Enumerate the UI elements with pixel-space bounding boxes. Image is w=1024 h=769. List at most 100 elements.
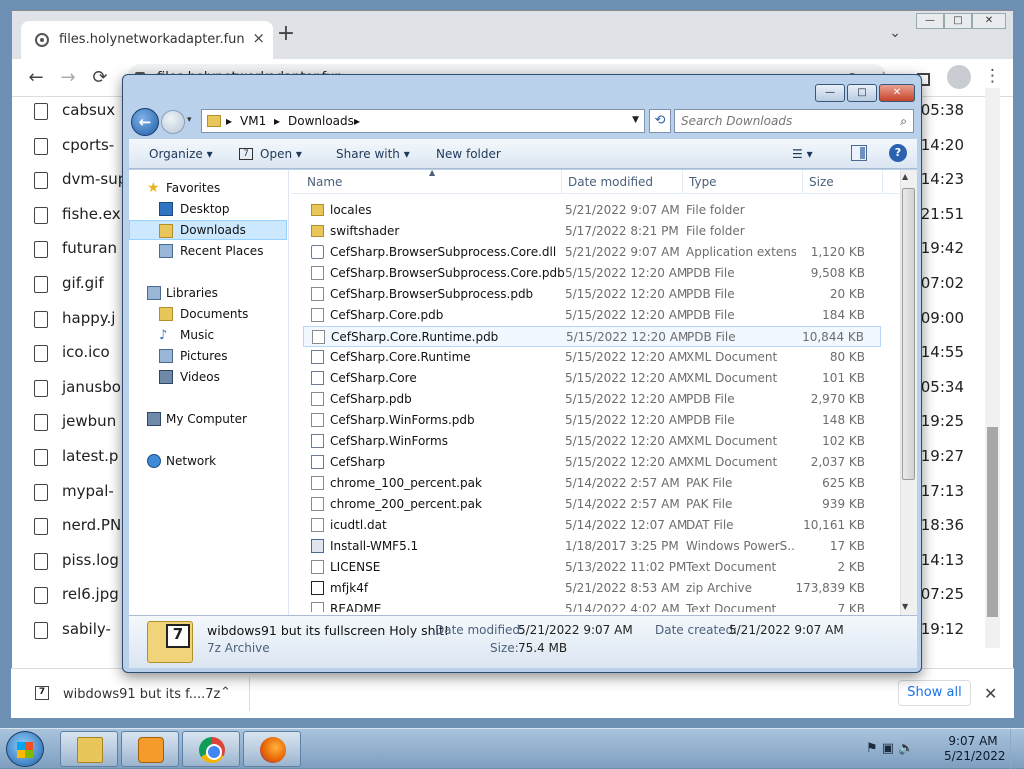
file-row[interactable]: CefSharp.BrowserSubprocess.pdb 5/15/2022 … <box>303 284 881 305</box>
list-item-name[interactable]: cports- <box>62 136 114 154</box>
nav-my-computer[interactable]: My Computer <box>129 409 287 429</box>
file-row[interactable]: LICENSE 5/13/2022 11:02 PM Text Document 2 … <box>303 557 881 578</box>
tray-icons[interactable]: ⚑ ▣ 🔈 <box>866 741 914 756</box>
tab-search-icon[interactable]: ⌄ <box>889 25 901 41</box>
file-row[interactable]: locales 5/21/2022 9:07 AM File folder <box>303 200 881 221</box>
file-row[interactable]: CefSharp 5/15/2022 12:20 AM XML Document 2,… <box>303 452 881 473</box>
search-input[interactable] <box>681 113 886 129</box>
nav-videos[interactable]: Videos <box>129 367 287 387</box>
search-icon[interactable]: ⌕ <box>900 114 907 129</box>
breadcrumb-downloads[interactable]: Downloads <box>288 114 354 128</box>
breadcrumb-separator[interactable]: ▸ <box>354 114 360 128</box>
taskbar-chrome[interactable] <box>182 731 240 767</box>
chevron-up-icon[interactable]: ⌃ <box>220 685 231 700</box>
profile-avatar[interactable] <box>947 65 971 89</box>
refresh-button[interactable]: ⟲ <box>649 109 671 133</box>
column-date-modified[interactable]: Date modified <box>568 175 653 189</box>
clock[interactable]: 9:07 AM 5/21/2022 <box>944 734 1006 764</box>
help-icon[interactable]: ? <box>889 144 907 162</box>
list-item-name[interactable]: latest.p <box>62 447 118 465</box>
minimize-button[interactable]: — <box>815 84 845 102</box>
nav-network[interactable]: Network <box>129 451 287 471</box>
file-row[interactable]: CefSharp.Core.Runtime 5/15/2022 12:20 AM X… <box>303 347 881 368</box>
views-button[interactable]: ☰ ▾ <box>792 147 813 161</box>
show-all-button[interactable]: Show all <box>898 680 971 706</box>
list-item-name[interactable]: gif.gif <box>62 274 104 292</box>
back-button[interactable]: ← <box>131 108 159 136</box>
file-row[interactable]: chrome_200_percent.pak 5/14/2022 2:57 AM P… <box>303 494 881 515</box>
forward-button[interactable]: → <box>56 67 80 88</box>
chevron-down-icon[interactable]: ▼ <box>632 115 639 125</box>
nav-favorites[interactable]: ★ Favorites <box>129 178 287 198</box>
start-button[interactable] <box>6 731 44 767</box>
address-bar[interactable]: ▸ VM1 ▸ Downloads ▸ ▼ <box>201 109 645 133</box>
nav-music[interactable]: ♪ Music <box>129 325 287 345</box>
nav-recent-places[interactable]: Recent Places <box>129 241 287 261</box>
back-button[interactable]: ← <box>24 67 48 88</box>
page-scrollbar-thumb[interactable] <box>987 427 998 617</box>
list-item-name[interactable]: nerd.PN <box>62 516 121 534</box>
divider[interactable] <box>882 170 883 194</box>
search-box[interactable]: ⌕ <box>674 109 914 133</box>
taskbar-media-player[interactable] <box>121 731 179 767</box>
divider[interactable] <box>802 170 803 194</box>
close-button[interactable]: ✕ <box>972 13 1006 29</box>
open-button[interactable]: Open ▾ <box>260 147 302 161</box>
close-button[interactable]: ✕ <box>879 84 915 102</box>
new-folder-button[interactable]: New folder <box>436 147 501 161</box>
file-row[interactable]: swiftshader 5/17/2022 8:21 PM File folder <box>303 221 881 242</box>
scroll-up-icon[interactable]: ▲ <box>902 172 908 181</box>
file-row[interactable]: CefSharp.BrowserSubprocess.Core.pdb 5/15/… <box>303 263 881 284</box>
divider[interactable] <box>682 170 683 194</box>
file-row[interactable]: icudtl.dat 5/14/2022 12:07 AM DAT File 10,1… <box>303 515 881 536</box>
nav-libraries[interactable]: Libraries <box>129 283 287 303</box>
breadcrumb-separator[interactable]: ▸ <box>226 114 232 128</box>
list-item-name[interactable]: dvm-sup <box>62 170 127 188</box>
list-item-name[interactable]: happy.j <box>62 309 115 327</box>
file-row[interactable]: README 5/14/2022 4:02 AM Text Document 7 KB <box>303 599 881 612</box>
list-item-name[interactable]: mypal- <box>62 482 114 500</box>
file-list-scrollbar-thumb[interactable] <box>902 188 915 480</box>
tab-close-icon[interactable]: × <box>252 29 265 47</box>
breadcrumb-separator[interactable]: ▸ <box>274 114 280 128</box>
list-item-name[interactable]: rel6.jpg <box>62 585 119 603</box>
column-type[interactable]: Type <box>689 175 717 189</box>
file-row[interactable]: CefSharp.pdb 5/15/2022 12:20 AM PDB File 2,… <box>303 389 881 410</box>
scroll-down-icon[interactable]: ▼ <box>902 602 908 611</box>
list-item-name[interactable]: piss.log <box>62 551 119 569</box>
divider[interactable] <box>561 170 562 194</box>
file-row[interactable]: CefSharp.WinForms 5/15/2022 12:20 AM XML D… <box>303 431 881 452</box>
download-item[interactable]: wibdows91 but its f....7z <box>63 687 220 702</box>
list-item-name[interactable]: cabsux <box>62 101 115 119</box>
forward-button[interactable] <box>161 110 185 134</box>
show-desktop-button[interactable] <box>1010 729 1024 769</box>
file-row[interactable]: CefSharp.Core.Runtime.pdb 5/15/2022 12:20… <box>303 326 881 347</box>
file-row[interactable]: CefSharp.Core.pdb 5/15/2022 12:20 AM PDB F… <box>303 305 881 326</box>
column-name[interactable]: Name <box>307 175 342 189</box>
column-size[interactable]: Size <box>809 175 834 189</box>
list-item-name[interactable]: futuran <box>62 239 117 257</box>
recent-pages-dropdown[interactable]: ▾ <box>187 115 192 125</box>
breadcrumb-vm1[interactable]: VM1 <box>240 114 266 128</box>
share-with-button[interactable]: Share with ▾ <box>336 147 410 161</box>
file-row[interactable]: CefSharp.Core 5/15/2022 12:20 AM XML Docum… <box>303 368 881 389</box>
organize-button[interactable]: Organize ▾ <box>149 147 213 161</box>
close-icon[interactable]: ✕ <box>984 684 997 703</box>
new-tab-button[interactable]: + <box>274 23 298 47</box>
list-item-name[interactable]: ico.ico <box>62 343 110 361</box>
nav-documents[interactable]: Documents <box>129 304 287 324</box>
minimize-button[interactable]: — <box>916 13 944 29</box>
nav-downloads[interactable]: Downloads <box>129 220 287 240</box>
nav-pictures[interactable]: Pictures <box>129 346 287 366</box>
maximize-button[interactable]: □ <box>944 13 972 29</box>
preview-pane-icon[interactable] <box>851 145 867 161</box>
file-row[interactable]: CefSharp.WinForms.pdb 5/15/2022 12:20 AM P… <box>303 410 881 431</box>
menu-icon[interactable]: ⋮ <box>984 66 1001 86</box>
taskbar-explorer[interactable] <box>60 731 118 767</box>
file-row[interactable]: chrome_100_percent.pak 5/14/2022 2:57 AM P… <box>303 473 881 494</box>
taskbar-firefox[interactable] <box>243 731 301 767</box>
browser-tab[interactable]: files.holynetworkadapter.fun × <box>21 21 273 59</box>
file-row[interactable]: mfjk4f 5/21/2022 8:53 AM zip Archive 173,83… <box>303 578 881 599</box>
list-item-name[interactable]: sabily- <box>62 620 111 638</box>
maximize-button[interactable]: □ <box>847 84 877 102</box>
